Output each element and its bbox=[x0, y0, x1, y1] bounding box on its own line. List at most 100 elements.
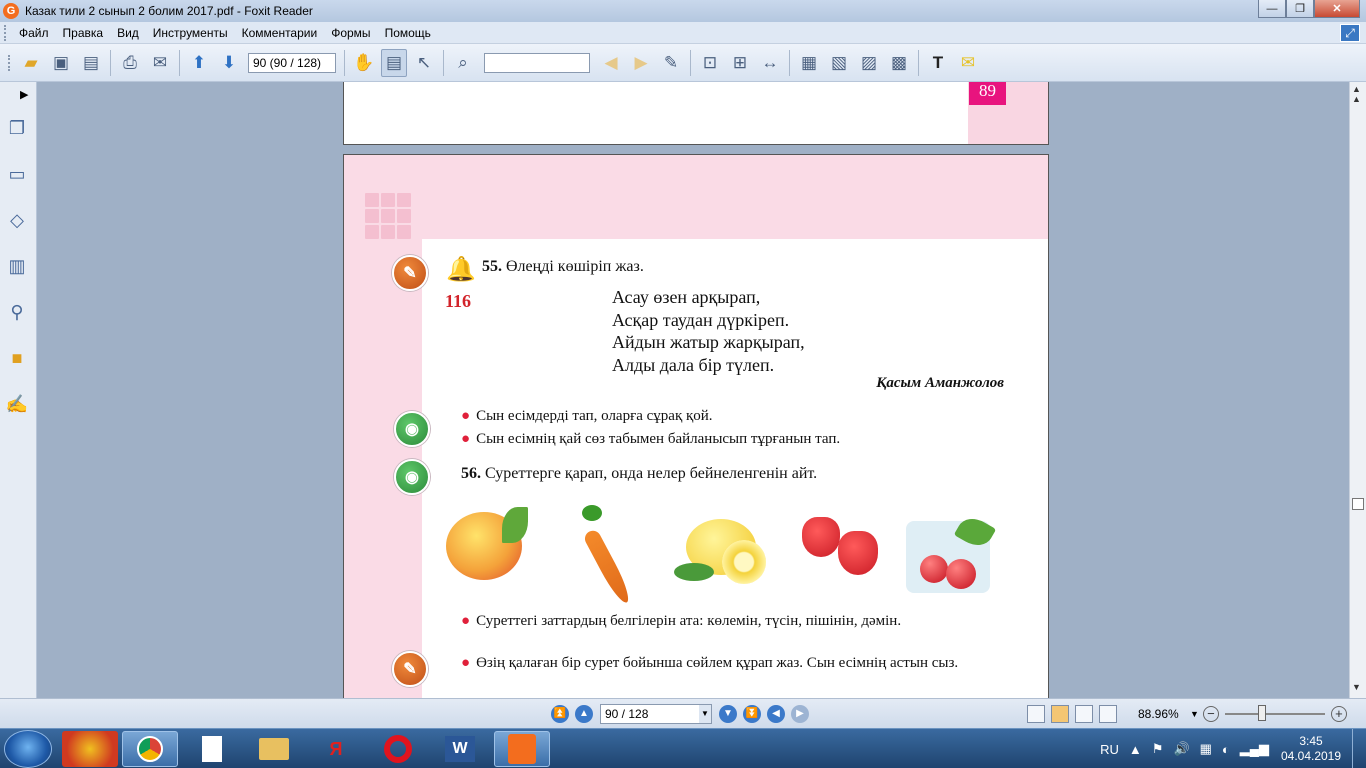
expand-panel-icon[interactable]: ▶ bbox=[20, 88, 28, 101]
vertical-scrollbar[interactable]: ▲ ▲ ▼ bbox=[1349, 82, 1366, 698]
task-56-heading: 56. Суреттерге қарап, онда нелер бейнеле… bbox=[461, 465, 817, 483]
search-input[interactable] bbox=[484, 52, 590, 73]
signatures-icon[interactable]: ✍ bbox=[5, 392, 29, 416]
scroll-down-icon[interactable]: ▼ bbox=[1352, 682, 1361, 692]
flag-icon[interactable]: ⚑ bbox=[1152, 741, 1164, 757]
chevron-down-icon[interactable]: ▼ bbox=[699, 704, 711, 723]
pdf-export-icon[interactable]: ▨ bbox=[856, 49, 882, 77]
first-page-icon[interactable]: ⏫ bbox=[551, 704, 569, 723]
explorer-taskbar-button[interactable] bbox=[246, 731, 302, 767]
previous-page: 89 bbox=[343, 82, 1049, 145]
back-view-icon[interactable]: ◀ bbox=[767, 704, 785, 723]
word-taskbar-button[interactable]: W bbox=[432, 731, 488, 767]
zoom-slider-thumb[interactable] bbox=[1257, 704, 1266, 721]
print-icon[interactable]: ⎙ bbox=[117, 49, 143, 77]
find-binoculars-icon[interactable]: ⌕ bbox=[450, 49, 476, 77]
restore-layout-icon[interactable]: ⤢ bbox=[1340, 24, 1360, 42]
yandex-taskbar-button[interactable]: Я bbox=[308, 731, 364, 767]
continuous-facing-view-icon[interactable] bbox=[1099, 704, 1117, 723]
page-selector[interactable]: 90 / 128 ▼ bbox=[600, 703, 712, 724]
pdf-merge-icon[interactable]: ▩ bbox=[886, 49, 912, 77]
menu-file[interactable]: Файл bbox=[12, 26, 56, 40]
poem-line: Алды дала бір түлеп. bbox=[612, 354, 775, 375]
menu-view[interactable]: Вид bbox=[110, 26, 146, 40]
fit-width-icon[interactable]: ↔ bbox=[757, 49, 783, 77]
zoom-slider[interactable] bbox=[1224, 704, 1325, 721]
lemon-leaf-image bbox=[674, 563, 714, 581]
bookmarks-icon[interactable]: ❐ bbox=[5, 116, 29, 140]
typewriter-icon[interactable]: T bbox=[925, 49, 951, 77]
pages-icon[interactable]: ▭ bbox=[5, 162, 29, 186]
maximize-button[interactable]: ❐ bbox=[1286, 0, 1314, 18]
last-page-icon[interactable]: ⏬ bbox=[743, 704, 761, 723]
minimize-button[interactable]: — bbox=[1258, 0, 1286, 18]
folder-icon bbox=[259, 738, 289, 760]
pdf-convert-icon[interactable]: ▧ bbox=[826, 49, 852, 77]
note-comment-icon[interactable]: ✉ bbox=[955, 49, 981, 77]
foxit-app-icon[interactable]: G bbox=[3, 3, 19, 19]
email-icon[interactable]: ✉ bbox=[147, 49, 173, 77]
forward-view-icon[interactable]: ▶ bbox=[791, 704, 809, 723]
clock[interactable]: 3:45 04.04.2019 bbox=[1274, 734, 1348, 764]
scroll-thumb[interactable] bbox=[1352, 498, 1364, 510]
taskbar-app-icon[interactable] bbox=[62, 731, 118, 767]
strawberry-image bbox=[802, 517, 840, 557]
select-text-icon[interactable]: ▤ bbox=[381, 48, 407, 77]
close-button[interactable]: ✕ bbox=[1314, 0, 1360, 18]
menu-forms[interactable]: Формы bbox=[324, 26, 377, 40]
page-number-input[interactable] bbox=[248, 52, 336, 73]
language-indicator[interactable]: RU bbox=[1100, 742, 1119, 757]
bullet-text: Сын есімнің қай сөз табымен байланысып т… bbox=[476, 431, 841, 447]
highlight-icon[interactable]: ✎ bbox=[658, 49, 684, 77]
chrome-taskbar-button[interactable] bbox=[122, 731, 178, 767]
layers-icon[interactable]: ◇ bbox=[5, 208, 29, 232]
zoom-level[interactable]: 88.96% bbox=[1138, 707, 1190, 721]
save-as-icon[interactable]: ▤ bbox=[78, 49, 104, 77]
next-page-icon[interactable]: ⬇ bbox=[216, 49, 242, 77]
speaking-icon: ◉ bbox=[394, 411, 430, 447]
attachments-icon[interactable]: ⚲ bbox=[5, 300, 29, 324]
toolbar-separator bbox=[179, 49, 180, 76]
toolbar-separator bbox=[789, 49, 790, 76]
facing-view-icon[interactable] bbox=[1075, 704, 1093, 723]
scroll-up-icon[interactable]: ▲ bbox=[1352, 84, 1361, 94]
signal-icon[interactable]: ▂▄▆ bbox=[1240, 741, 1269, 757]
comments-icon[interactable]: ▥ bbox=[5, 254, 29, 278]
previous-page-icon[interactable]: ⬆ bbox=[186, 49, 212, 77]
menu-edit[interactable]: Правка bbox=[56, 26, 111, 40]
menu-tools[interactable]: Инструменты bbox=[146, 26, 235, 40]
document-viewport[interactable]: 89 ✎ 🔔 55. Өлеңді көшіріп жаз. 116 Асау … bbox=[37, 82, 1349, 698]
continuous-view-icon[interactable] bbox=[1051, 704, 1069, 723]
find-next-icon[interactable]: ▶ bbox=[628, 49, 654, 77]
next-page-icon[interactable]: ▼ bbox=[719, 704, 737, 723]
foxit-taskbar-button[interactable] bbox=[494, 731, 550, 767]
opera-taskbar-button[interactable] bbox=[370, 731, 426, 767]
start-button[interactable] bbox=[4, 730, 52, 768]
open-folder-icon[interactable]: ▰ bbox=[18, 49, 44, 77]
scroll-up-page-icon[interactable]: ▲ bbox=[1352, 94, 1361, 104]
menu-help[interactable]: Помощь bbox=[378, 26, 438, 40]
toolbar-separator bbox=[110, 49, 111, 76]
single-page-view-icon[interactable] bbox=[1027, 704, 1045, 723]
pdf-create-icon[interactable]: ▦ bbox=[796, 49, 822, 77]
prev-page-icon[interactable]: ▲ bbox=[575, 704, 593, 723]
save-icon[interactable]: ▣ bbox=[48, 49, 74, 77]
hand-tool-icon[interactable]: ✋ bbox=[351, 49, 377, 77]
zoom-dropdown-icon[interactable]: ▼ bbox=[1190, 709, 1199, 719]
zoom-out-icon[interactable]: − bbox=[1202, 705, 1219, 722]
cherry-image bbox=[920, 555, 948, 583]
security-lock-icon[interactable]: ■ bbox=[5, 346, 29, 370]
actual-size-icon[interactable]: ⊡ bbox=[697, 49, 723, 77]
find-previous-icon[interactable]: ◀ bbox=[598, 49, 624, 77]
show-desktop-button[interactable] bbox=[1352, 729, 1366, 768]
poem-line: Асқар таудан дүркіреп. bbox=[612, 309, 790, 330]
volume-icon[interactable]: 🔊 bbox=[1173, 741, 1189, 757]
update-icon[interactable]: ◐ bbox=[1222, 742, 1230, 757]
network-icon[interactable]: ▦ bbox=[1200, 741, 1212, 757]
zoom-in-icon[interactable]: + bbox=[1330, 705, 1347, 722]
tray-expand-icon[interactable]: ▲ bbox=[1129, 742, 1142, 757]
fit-page-icon[interactable]: ⊞ bbox=[727, 49, 753, 77]
menu-comments[interactable]: Комментарии bbox=[235, 26, 325, 40]
blank-document-taskbar-button[interactable] bbox=[184, 731, 240, 767]
select-arrow-icon[interactable]: ↖ bbox=[411, 49, 437, 77]
